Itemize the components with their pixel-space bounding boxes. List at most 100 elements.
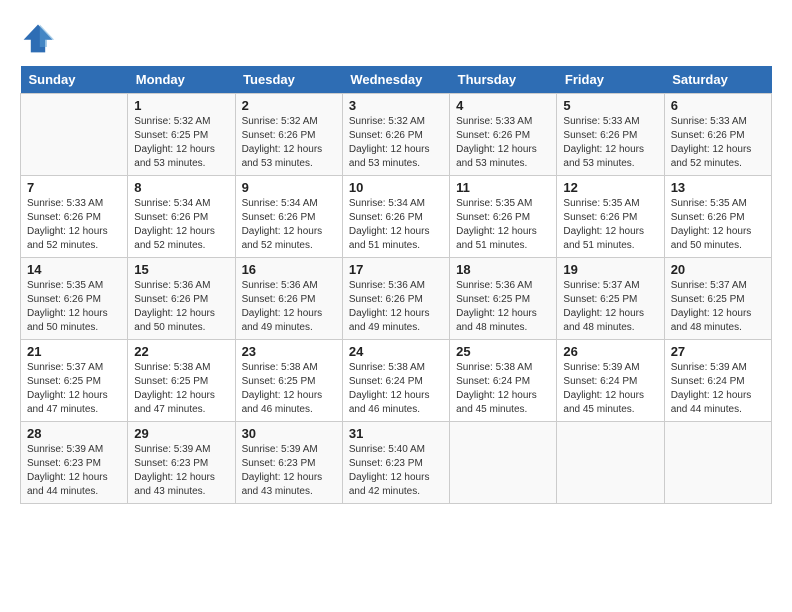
- header: [20, 20, 772, 56]
- day-number: 25: [456, 344, 550, 359]
- day-number: 3: [349, 98, 443, 113]
- day-number: 18: [456, 262, 550, 277]
- day-number: 24: [349, 344, 443, 359]
- day-number: 19: [563, 262, 657, 277]
- day-number: 28: [27, 426, 121, 441]
- calendar-cell: 9 Sunrise: 5:34 AMSunset: 6:26 PMDayligh…: [235, 176, 342, 258]
- day-info: Sunrise: 5:36 AMSunset: 6:26 PMDaylight:…: [134, 280, 215, 333]
- calendar-cell: 16 Sunrise: 5:36 AMSunset: 6:26 PMDaylig…: [235, 258, 342, 340]
- day-number: 7: [27, 180, 121, 195]
- calendar-cell: 17 Sunrise: 5:36 AMSunset: 6:26 PMDaylig…: [342, 258, 449, 340]
- day-info: Sunrise: 5:37 AMSunset: 6:25 PMDaylight:…: [27, 362, 108, 415]
- day-info: Sunrise: 5:40 AMSunset: 6:23 PMDaylight:…: [349, 444, 430, 497]
- calendar-cell: 19 Sunrise: 5:37 AMSunset: 6:25 PMDaylig…: [557, 258, 664, 340]
- calendar-cell: [664, 422, 771, 504]
- day-header-monday: Monday: [128, 66, 235, 94]
- day-info: Sunrise: 5:35 AMSunset: 6:26 PMDaylight:…: [671, 198, 752, 251]
- day-info: Sunrise: 5:39 AMSunset: 6:23 PMDaylight:…: [27, 444, 108, 497]
- calendar-cell: 24 Sunrise: 5:38 AMSunset: 6:24 PMDaylig…: [342, 340, 449, 422]
- calendar-table: SundayMondayTuesdayWednesdayThursdayFrid…: [20, 66, 772, 504]
- calendar-cell: 12 Sunrise: 5:35 AMSunset: 6:26 PMDaylig…: [557, 176, 664, 258]
- day-number: 20: [671, 262, 765, 277]
- day-info: Sunrise: 5:36 AMSunset: 6:26 PMDaylight:…: [242, 280, 323, 333]
- calendar-cell: 30 Sunrise: 5:39 AMSunset: 6:23 PMDaylig…: [235, 422, 342, 504]
- calendar-cell: 20 Sunrise: 5:37 AMSunset: 6:25 PMDaylig…: [664, 258, 771, 340]
- week-row-2: 7 Sunrise: 5:33 AMSunset: 6:26 PMDayligh…: [21, 176, 772, 258]
- calendar-cell: 2 Sunrise: 5:32 AMSunset: 6:26 PMDayligh…: [235, 94, 342, 176]
- calendar-cell: 29 Sunrise: 5:39 AMSunset: 6:23 PMDaylig…: [128, 422, 235, 504]
- calendar-cell: 4 Sunrise: 5:33 AMSunset: 6:26 PMDayligh…: [450, 94, 557, 176]
- day-info: Sunrise: 5:32 AMSunset: 6:26 PMDaylight:…: [242, 116, 323, 169]
- day-number: 5: [563, 98, 657, 113]
- day-header-tuesday: Tuesday: [235, 66, 342, 94]
- calendar-cell: 14 Sunrise: 5:35 AMSunset: 6:26 PMDaylig…: [21, 258, 128, 340]
- day-number: 11: [456, 180, 550, 195]
- day-info: Sunrise: 5:36 AMSunset: 6:25 PMDaylight:…: [456, 280, 537, 333]
- day-number: 30: [242, 426, 336, 441]
- calendar-cell: 31 Sunrise: 5:40 AMSunset: 6:23 PMDaylig…: [342, 422, 449, 504]
- calendar-cell: 11 Sunrise: 5:35 AMSunset: 6:26 PMDaylig…: [450, 176, 557, 258]
- day-number: 2: [242, 98, 336, 113]
- calendar-cell: 7 Sunrise: 5:33 AMSunset: 6:26 PMDayligh…: [21, 176, 128, 258]
- day-info: Sunrise: 5:37 AMSunset: 6:25 PMDaylight:…: [671, 280, 752, 333]
- day-number: 29: [134, 426, 228, 441]
- day-header-thursday: Thursday: [450, 66, 557, 94]
- day-info: Sunrise: 5:32 AMSunset: 6:26 PMDaylight:…: [349, 116, 430, 169]
- day-header-wednesday: Wednesday: [342, 66, 449, 94]
- day-number: 23: [242, 344, 336, 359]
- calendar-cell: [450, 422, 557, 504]
- day-number: 12: [563, 180, 657, 195]
- week-row-3: 14 Sunrise: 5:35 AMSunset: 6:26 PMDaylig…: [21, 258, 772, 340]
- day-number: 26: [563, 344, 657, 359]
- week-row-4: 21 Sunrise: 5:37 AMSunset: 6:25 PMDaylig…: [21, 340, 772, 422]
- day-info: Sunrise: 5:39 AMSunset: 6:23 PMDaylight:…: [242, 444, 323, 497]
- day-header-friday: Friday: [557, 66, 664, 94]
- calendar-cell: 3 Sunrise: 5:32 AMSunset: 6:26 PMDayligh…: [342, 94, 449, 176]
- logo: [20, 20, 60, 56]
- day-number: 27: [671, 344, 765, 359]
- day-number: 13: [671, 180, 765, 195]
- day-info: Sunrise: 5:33 AMSunset: 6:26 PMDaylight:…: [563, 116, 644, 169]
- calendar-cell: 26 Sunrise: 5:39 AMSunset: 6:24 PMDaylig…: [557, 340, 664, 422]
- calendar-cell: 1 Sunrise: 5:32 AMSunset: 6:25 PMDayligh…: [128, 94, 235, 176]
- day-info: Sunrise: 5:33 AMSunset: 6:26 PMDaylight:…: [456, 116, 537, 169]
- day-info: Sunrise: 5:39 AMSunset: 6:24 PMDaylight:…: [563, 362, 644, 415]
- logo-icon: [20, 20, 56, 56]
- day-number: 6: [671, 98, 765, 113]
- day-number: 31: [349, 426, 443, 441]
- day-info: Sunrise: 5:36 AMSunset: 6:26 PMDaylight:…: [349, 280, 430, 333]
- day-number: 10: [349, 180, 443, 195]
- day-number: 1: [134, 98, 228, 113]
- day-number: 16: [242, 262, 336, 277]
- day-number: 22: [134, 344, 228, 359]
- day-info: Sunrise: 5:33 AMSunset: 6:26 PMDaylight:…: [27, 198, 108, 251]
- day-info: Sunrise: 5:37 AMSunset: 6:25 PMDaylight:…: [563, 280, 644, 333]
- day-info: Sunrise: 5:34 AMSunset: 6:26 PMDaylight:…: [242, 198, 323, 251]
- day-info: Sunrise: 5:38 AMSunset: 6:24 PMDaylight:…: [456, 362, 537, 415]
- calendar-cell: 15 Sunrise: 5:36 AMSunset: 6:26 PMDaylig…: [128, 258, 235, 340]
- calendar-cell: 22 Sunrise: 5:38 AMSunset: 6:25 PMDaylig…: [128, 340, 235, 422]
- day-info: Sunrise: 5:38 AMSunset: 6:24 PMDaylight:…: [349, 362, 430, 415]
- day-info: Sunrise: 5:38 AMSunset: 6:25 PMDaylight:…: [134, 362, 215, 415]
- day-header-sunday: Sunday: [21, 66, 128, 94]
- calendar-cell: 23 Sunrise: 5:38 AMSunset: 6:25 PMDaylig…: [235, 340, 342, 422]
- day-info: Sunrise: 5:39 AMSunset: 6:24 PMDaylight:…: [671, 362, 752, 415]
- day-info: Sunrise: 5:34 AMSunset: 6:26 PMDaylight:…: [349, 198, 430, 251]
- day-info: Sunrise: 5:39 AMSunset: 6:23 PMDaylight:…: [134, 444, 215, 497]
- day-number: 17: [349, 262, 443, 277]
- day-info: Sunrise: 5:32 AMSunset: 6:25 PMDaylight:…: [134, 116, 215, 169]
- week-row-5: 28 Sunrise: 5:39 AMSunset: 6:23 PMDaylig…: [21, 422, 772, 504]
- calendar-cell: 27 Sunrise: 5:39 AMSunset: 6:24 PMDaylig…: [664, 340, 771, 422]
- calendar-cell: 28 Sunrise: 5:39 AMSunset: 6:23 PMDaylig…: [21, 422, 128, 504]
- week-row-1: 1 Sunrise: 5:32 AMSunset: 6:25 PMDayligh…: [21, 94, 772, 176]
- calendar-cell: 5 Sunrise: 5:33 AMSunset: 6:26 PMDayligh…: [557, 94, 664, 176]
- calendar-cell: [557, 422, 664, 504]
- day-number: 14: [27, 262, 121, 277]
- day-info: Sunrise: 5:35 AMSunset: 6:26 PMDaylight:…: [27, 280, 108, 333]
- calendar-cell: 8 Sunrise: 5:34 AMSunset: 6:26 PMDayligh…: [128, 176, 235, 258]
- day-info: Sunrise: 5:35 AMSunset: 6:26 PMDaylight:…: [456, 198, 537, 251]
- calendar-cell: 25 Sunrise: 5:38 AMSunset: 6:24 PMDaylig…: [450, 340, 557, 422]
- calendar-cell: 21 Sunrise: 5:37 AMSunset: 6:25 PMDaylig…: [21, 340, 128, 422]
- calendar-cell: 10 Sunrise: 5:34 AMSunset: 6:26 PMDaylig…: [342, 176, 449, 258]
- calendar-cell: 6 Sunrise: 5:33 AMSunset: 6:26 PMDayligh…: [664, 94, 771, 176]
